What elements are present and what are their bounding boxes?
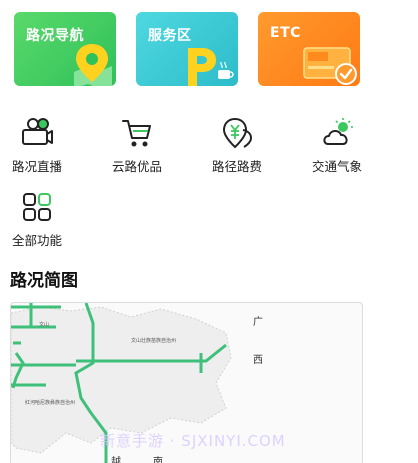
live-traffic-item[interactable]: 路况直播 (0, 116, 82, 175)
map-label-nan: 南 (153, 457, 163, 463)
map-place-honghe-prefecture: 红河哈尼族彝族自治州 (25, 400, 76, 406)
route-toll-item[interactable]: 路径路费 (192, 116, 282, 175)
all-features-label: 全部功能 (11, 233, 62, 248)
weather-icon (323, 118, 353, 145)
map-label-guang: 广 (253, 317, 263, 328)
road-navigation-card[interactable]: 路况导航 (14, 12, 116, 86)
service-area-card[interactable]: 服务区 (136, 12, 238, 86)
etc-label: ETC (270, 25, 301, 41)
traffic-weather-label: 交通气象 (311, 159, 362, 174)
watermark: 新意手游 · SJXINYI.COM (100, 432, 286, 450)
camera-icon (22, 118, 53, 145)
map-label-xi: 西 (253, 355, 263, 366)
parking-icon (188, 48, 234, 86)
map-pin-icon (74, 44, 112, 86)
cloud-shop-label: 云路优品 (111, 159, 162, 174)
map-label-yue: 越 (111, 457, 121, 463)
live-traffic-label: 路况直播 (11, 159, 62, 174)
service-area-label: 服务区 (148, 28, 192, 44)
road-map-title: 路况简图 (10, 271, 78, 291)
yuan-pin-icon (222, 117, 253, 149)
map-place-wenshan: 文山 (39, 322, 50, 328)
route-toll-label: 路径路费 (211, 159, 262, 174)
etc-card-icon (303, 47, 357, 85)
all-features-item[interactable]: 全部功能 (0, 190, 82, 249)
map-place-wenshan-prefecture: 文山壮族苗族自治州 (131, 338, 177, 344)
cart-icon (122, 120, 151, 147)
grid-icon (23, 193, 51, 221)
cloud-shop-item[interactable]: 云路优品 (92, 116, 182, 175)
etc-card[interactable]: ETC (258, 12, 360, 86)
feature-cards: 路况导航 服务区 ETC (14, 12, 360, 86)
traffic-weather-item[interactable]: 交通气象 (292, 116, 382, 175)
